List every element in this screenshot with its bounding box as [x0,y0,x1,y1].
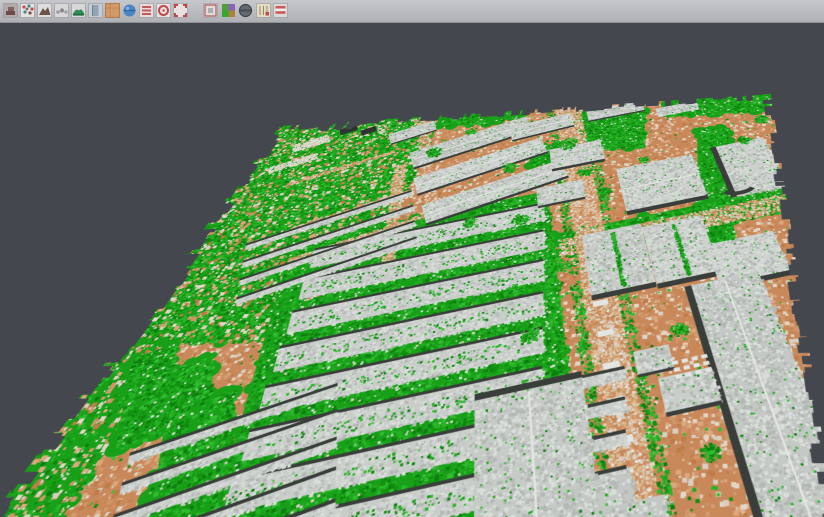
dem-tile-icon[interactable] [105,3,120,18]
red-layers-icon[interactable] [139,3,154,18]
profile-panel-icon[interactable] [88,3,103,18]
point-cloud-classify-icon[interactable] [3,3,18,18]
clip-region-icon[interactable] [203,3,218,18]
multi-class-points-icon[interactable] [20,3,35,18]
application-window [0,0,824,517]
terrain-point-cloud-canvas[interactable] [0,94,824,517]
terrain-mountain-icon[interactable] [37,3,52,18]
3d-viewport[interactable] [0,22,824,517]
vegetation-hill-icon[interactable] [71,3,86,18]
classified-view-icon[interactable] [221,3,236,18]
dark-globe-icon[interactable] [238,3,253,18]
flag-stripes-icon[interactable] [273,3,288,18]
target-circle-icon[interactable] [156,3,171,18]
survey-marks-icon[interactable] [256,3,271,18]
toolbar [0,0,824,23]
smooth-points-icon[interactable] [54,3,69,18]
zoom-extent-icon[interactable] [173,3,188,18]
globe-3d-icon[interactable] [122,3,137,18]
